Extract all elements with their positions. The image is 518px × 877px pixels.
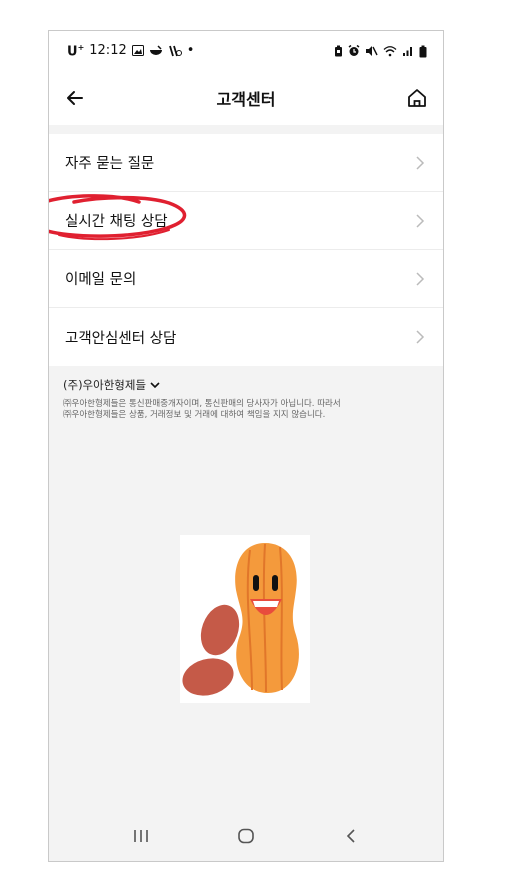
chevron-left-icon <box>346 829 355 843</box>
peanut-body <box>235 543 299 693</box>
company-name: (주)우아한형제들 <box>63 378 147 392</box>
battery-saver-icon <box>335 45 342 57</box>
menu-item-live-chat[interactable]: 실시간 채팅 상담 <box>49 192 443 250</box>
back-nav-button[interactable] <box>336 821 366 851</box>
menu-item-safety-center[interactable]: 고객안심센터 상담 <box>49 308 443 366</box>
home-circle-icon <box>238 828 254 844</box>
peanut-eye <box>272 575 278 591</box>
clock: 12:12 <box>89 43 127 59</box>
recent-apps-icon <box>134 830 149 842</box>
wifi-icon <box>383 46 397 57</box>
company-info-toggle[interactable]: (주)우아한형제들 <box>63 377 423 393</box>
chevron-right-icon <box>416 330 425 344</box>
phone-screen: U+ 12:12 • 고객센터 자주 묻는 질문 실시간 채팅 상담 이메일 문… <box>48 30 444 862</box>
company-footer: (주)우아한형제들 ㈜우아한형제들은 통신판매중개자이며, 통신판매의 당사자가… <box>63 377 423 421</box>
menu-item-label: 자주 묻는 질문 <box>65 156 155 172</box>
disclaimer-text: ㈜우아한형제들은 통신판매중개자이며, 통신판매의 당사자가 아닙니다. 따라서… <box>63 399 423 421</box>
recent-apps-button[interactable] <box>126 821 156 851</box>
home-nav-button[interactable] <box>231 821 261 851</box>
home-icon[interactable] <box>405 86 429 110</box>
app-bar: 고객센터 <box>49 71 443 125</box>
alarm-icon <box>348 45 360 56</box>
peanut-eye <box>253 575 259 591</box>
peanut-mascot-image <box>180 535 310 703</box>
page-title: 고객센터 <box>216 90 276 109</box>
section-divider <box>49 125 443 134</box>
chevron-right-icon <box>416 155 425 170</box>
menu-item-faq[interactable]: 자주 묻는 질문 <box>49 134 443 192</box>
menu-item-label: 이메일 문의 <box>65 272 137 288</box>
status-bar: U+ 12:12 • <box>49 31 443 71</box>
mute-icon <box>366 46 378 56</box>
status-right <box>334 45 427 58</box>
menu-item-email[interactable]: 이메일 문의 <box>49 250 443 308</box>
menu-item-label: 실시간 채팅 상담 <box>65 214 168 230</box>
menu-item-label: 고객안심센터 상담 <box>65 330 177 347</box>
back-arrow-icon[interactable] <box>63 86 87 110</box>
gallery-icon <box>131 45 144 57</box>
status-left: U+ 12:12 • <box>67 43 194 59</box>
signal-icon <box>403 47 412 56</box>
call-muted-icon <box>168 45 182 57</box>
support-menu: 자주 묻는 질문 실시간 채팅 상담 이메일 문의 고객안심센터 상담 <box>49 134 443 366</box>
carrier-label: U+ <box>67 42 85 60</box>
disclaimer-line: ㈜우아한형제들은 통신판매중개자이며, 통신판매의 당사자가 아닙니다. 따라서 <box>63 399 341 409</box>
chevron-right-icon <box>416 271 425 286</box>
system-nav-bar <box>49 811 443 861</box>
chevron-down-icon <box>150 382 160 389</box>
chevron-right-icon <box>416 213 425 228</box>
food-icon <box>149 45 162 56</box>
battery-icon <box>419 45 427 57</box>
nut-shape <box>182 658 234 696</box>
disclaimer-line: ㈜우아한형제들은 상품, 거래정보 및 거래에 대하여 책임을 지지 않습니다. <box>63 410 326 420</box>
extra-status-dot: • <box>186 43 195 59</box>
